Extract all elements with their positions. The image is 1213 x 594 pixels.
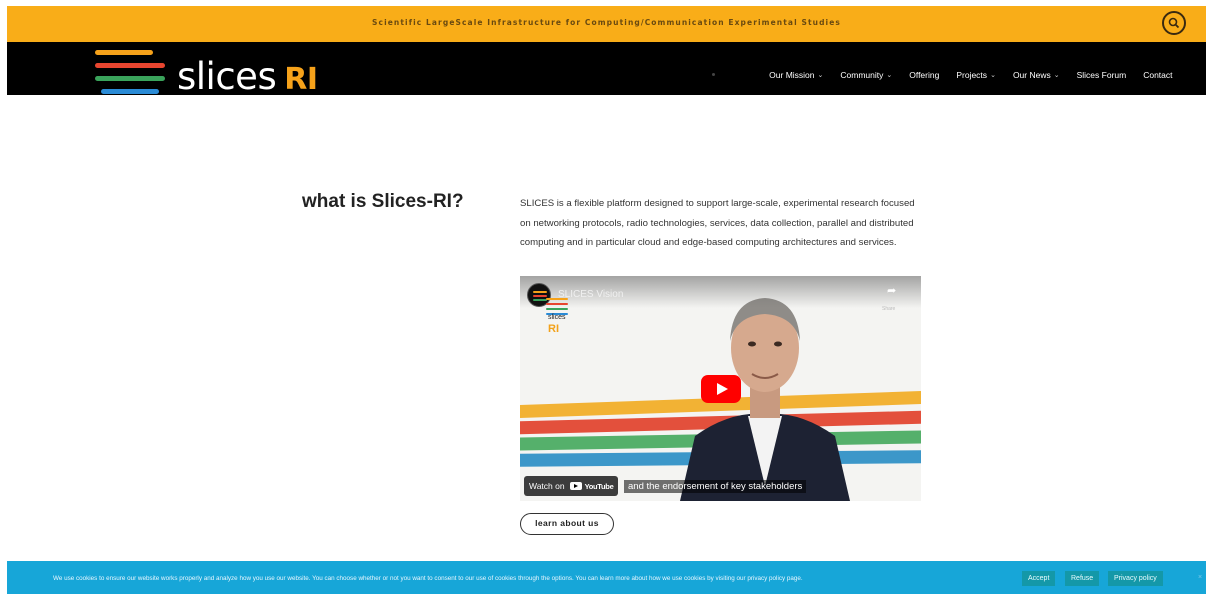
cookie-privacy-button[interactable]: Privacy policy — [1108, 571, 1163, 586]
video-embed[interactable]: SLICES Vision ➦ Share slices RI Watch on… — [520, 276, 921, 501]
play-icon[interactable] — [701, 375, 741, 403]
nav-item-community[interactable]: Community ⌄ — [832, 70, 901, 80]
chevron-down-icon: ⌄ — [990, 72, 996, 79]
cookie-accept-button[interactable]: Accept — [1022, 571, 1056, 586]
brand-bar — [546, 303, 568, 305]
section-description: SLICES is a flexible platform designed t… — [520, 198, 915, 248]
watch-on-youtube-button[interactable]: Watch on YouTube — [524, 476, 619, 496]
youtube-wordmark: YouTube — [584, 481, 614, 491]
video-caption: and the endorsement of key stakeholders — [624, 480, 807, 493]
share-icon[interactable]: ➦ — [887, 284, 896, 297]
chevron-down-icon: ⌄ — [817, 72, 824, 79]
nav-item-projects[interactable]: Projects ⌄ — [948, 70, 1005, 80]
youtube-icon — [569, 482, 582, 490]
nav-item-contact[interactable]: Contact — [1135, 70, 1181, 80]
cookie-refuse-button[interactable]: Refuse — [1065, 571, 1100, 586]
nav-label: Our Mission — [769, 70, 815, 80]
nav-item-our-news[interactable]: Our News ⌄ — [1004, 70, 1068, 80]
logo-bar-orange — [95, 50, 153, 55]
chevron-down-icon: ⌄ — [886, 72, 893, 79]
main-navbar: slices RI Our Mission ⌄ Community ⌄ Offerin… — [7, 42, 1206, 98]
learn-about-us-button[interactable]: learn about us — [520, 513, 614, 535]
nav-label: Offering — [909, 70, 940, 80]
nav-label: Our News — [1012, 70, 1051, 80]
video-brand-slices: slices — [548, 314, 566, 321]
top-bar: Scientific LargeScale Infrastructure for… — [7, 6, 1206, 42]
nav-item-slices-forum[interactable]: Slices Forum — [1068, 70, 1135, 80]
share-label: Share — [882, 306, 896, 312]
channel-icon-bar — [533, 295, 547, 297]
logo-bar-green — [95, 76, 165, 81]
video-brand-ri: RI — [548, 323, 559, 335]
logo-bar-red — [95, 63, 165, 68]
search-icon — [1168, 17, 1180, 29]
nav-label: Contact — [1143, 70, 1173, 80]
section-heading: what is Slices-RI? — [302, 191, 464, 212]
search-button[interactable] — [1162, 11, 1186, 35]
channel-icon-bar — [533, 299, 547, 301]
nav-label: Projects — [956, 70, 988, 80]
nav-menu: Our Mission ⌄ Community ⌄ Offering Project… — [761, 70, 1181, 80]
close-icon[interactable]: × — [1198, 574, 1202, 581]
brand-bar — [546, 298, 568, 300]
nav-label: Community — [840, 70, 884, 80]
logo-ri: RI — [284, 62, 318, 97]
channel-icon-bar — [533, 291, 547, 293]
nav-item-our-mission[interactable]: Our Mission ⌄ — [761, 70, 832, 80]
site-logo[interactable]: slices RI — [95, 50, 335, 98]
logo-word: slices — [177, 55, 277, 98]
logo-bar-blue — [101, 89, 159, 94]
nav-label: Slices Forum — [1076, 70, 1127, 80]
presenter-image — [680, 298, 850, 501]
tagline: Scientific LargeScale Infrastructure for… — [372, 18, 841, 27]
cookie-banner: We use cookies to ensure our website wor… — [7, 561, 1206, 594]
nav-separator-dot — [712, 73, 715, 76]
cookie-text: We use cookies to ensure our website wor… — [53, 575, 803, 582]
watch-on-label: Watch on — [529, 481, 565, 491]
logo-text: slices RI — [177, 55, 318, 98]
chevron-down-icon: ⌄ — [1053, 72, 1060, 79]
brand-bar — [546, 308, 568, 310]
nav-item-offering[interactable]: Offering — [901, 70, 948, 80]
